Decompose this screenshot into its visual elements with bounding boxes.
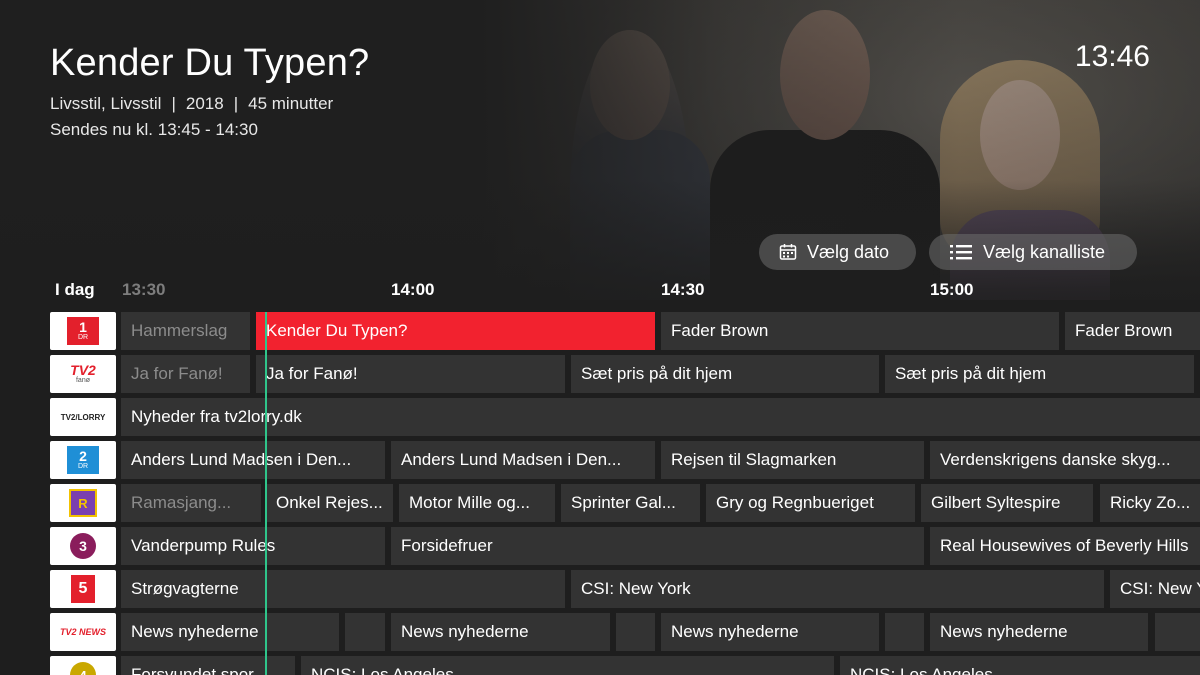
program-cell[interactable]: News nyhederne [930,613,1148,651]
logo-text: 1 [79,319,87,335]
program-cell[interactable]: Anders Lund Madsen i Den... [391,441,655,479]
program-cell[interactable]: Onkel Rejes... [266,484,393,522]
channel-row: TV2 NEWS News nyhederne News nyhederne N… [0,613,1200,651]
channel-row: 3 Vanderpump Rules Forsidefruer Real Hou… [0,527,1200,565]
program-cell[interactable]: CSI: New York [1110,570,1200,608]
program-genre: Livsstil, Livsstil [50,94,162,113]
program-cell[interactable] [345,613,385,651]
logo-text: 4 [79,667,87,675]
program-cell[interactable]: Gry og Regnbueriget [706,484,915,522]
logo-text: 3 [79,538,87,554]
program-cell[interactable]: Ja for Fanø! [121,355,250,393]
program-cell[interactable]: Anders Lund Madsen i Den... [121,441,385,479]
program-cell[interactable]: Rejsen til Slagmarken [661,441,924,479]
clock: 13:46 [1074,40,1150,73]
program-airing-time: Sendes nu kl. 13:45 - 14:30 [50,120,258,139]
program-cell[interactable]: Forsvundet spor [121,656,295,675]
channel-logo-tv2-news[interactable]: TV2 NEWS [50,613,116,651]
logo-text: R [78,495,88,511]
channel-logo-tv2-lorry[interactable]: TV2/LORRY [50,398,116,436]
program-cell[interactable]: NCIS: Los Angeles [840,656,1200,675]
channel-row: 5 Strøgvagterne CSI: New York CSI: New Y… [0,570,1200,608]
timeline-day: I dag [55,280,95,299]
logo-sub: DR [77,334,89,341]
program-cell[interactable]: Strøgvagterne [121,570,565,608]
choose-channel-list-label: Vælg kanalliste [983,241,1106,262]
program-cell[interactable]: News nyhederne [391,613,610,651]
program-cell[interactable]: CSI: New York [571,570,1104,608]
list-icon [949,243,973,261]
epg-grid: 1 DR Hammerslag Kender Du Typen? Fader B… [0,312,1200,675]
program-cell[interactable] [1155,613,1200,651]
channel-logo-dr1[interactable]: 1 DR [50,312,116,350]
program-cell[interactable]: Fader Brown [1065,312,1200,350]
program-cell[interactable]: News nyhederne [661,613,879,651]
choose-channel-list-button[interactable]: Vælg kanalliste [929,234,1137,270]
program-duration: 45 minutter [248,94,334,113]
channel-row: TV2 fanø Ja for Fanø! Ja for Fanø! Sæt p… [0,355,1200,393]
program-cell[interactable] [616,613,655,651]
program-cell[interactable]: Sprinter Gal... [561,484,700,522]
channel-logo-kanal5[interactable]: 5 [50,570,116,608]
channel-row: 4 Forsvundet spor NCIS: Los Angeles NCIS… [0,656,1200,675]
channel-row: TV2/LORRY Nyheder fra tv2lorry.dk [0,398,1200,436]
calendar-icon [779,243,797,261]
program-cell[interactable]: Ja for Fanø! [256,355,565,393]
program-cell[interactable]: Ramasjang... [121,484,261,522]
program-cell[interactable]: News nyhederne [121,613,339,651]
timeline-tick: 13:30 [122,280,166,299]
program-cell[interactable]: Ricky Zo... [1100,484,1200,522]
channel-logo-kanal3[interactable]: 3 [50,527,116,565]
timeline-tick: 14:00 [391,280,435,299]
program-meta: Livsstil, Livsstil | 2018 | 45 minutter [50,94,334,113]
timeline-tick: 14:30 [661,280,705,299]
choose-date-button[interactable]: Vælg dato [759,234,916,270]
program-cell[interactable]: NCIS: Los Angeles [301,656,834,675]
program-cell-selected[interactable]: Kender Du Typen? [256,312,655,350]
channel-logo-tv2-fano[interactable]: TV2 fanø [50,355,116,393]
program-cell[interactable]: Vanderpump Rules [121,527,385,565]
program-cell[interactable]: Sæt pris på dit hjem [885,355,1194,393]
program-cell[interactable] [885,613,924,651]
program-cell[interactable]: Real Housewives of Beverly Hills [930,527,1200,565]
channel-logo-ramasjang[interactable]: R [50,484,116,522]
program-cell[interactable]: Nyheder fra tv2lorry.dk [121,398,1200,436]
timeline-tick: 15:00 [930,280,974,299]
logo-text: 5 [78,580,88,597]
channel-logo-dr2[interactable]: 2 DR [50,441,116,479]
current-time-indicator [265,312,267,675]
program-cell[interactable]: Fader Brown [661,312,1059,350]
channel-logo-kanal4[interactable]: 4 [50,656,116,675]
logo-text: TV2 [70,362,96,378]
program-cell[interactable]: Verdenskrigens danske skyg... [930,441,1200,479]
logo-sub: DR [77,463,89,470]
program-title: Kender Du Typen? [50,42,370,84]
choose-date-label: Vælg dato [807,241,890,262]
channel-row: 1 DR Hammerslag Kender Du Typen? Fader B… [0,312,1200,350]
program-cell[interactable]: Hammerslag [121,312,250,350]
logo-text: TV2 NEWS [59,627,106,637]
program-year: 2018 [185,94,224,113]
logo-text: TV2/LORRY [60,412,106,422]
channel-row: R Ramasjang... Onkel Rejes... Motor Mill… [0,484,1200,522]
logo-text: 2 [79,448,87,464]
channel-row: 2 DR Anders Lund Madsen i Den... Anders … [0,441,1200,479]
program-cell[interactable]: Gilbert Syltespire [921,484,1093,522]
program-cell[interactable]: Forsidefruer [391,527,924,565]
program-cell[interactable]: Sæt pris på dit hjem [571,355,879,393]
program-cell[interactable]: Motor Mille og... [399,484,555,522]
logo-sub: fanø [75,377,90,384]
